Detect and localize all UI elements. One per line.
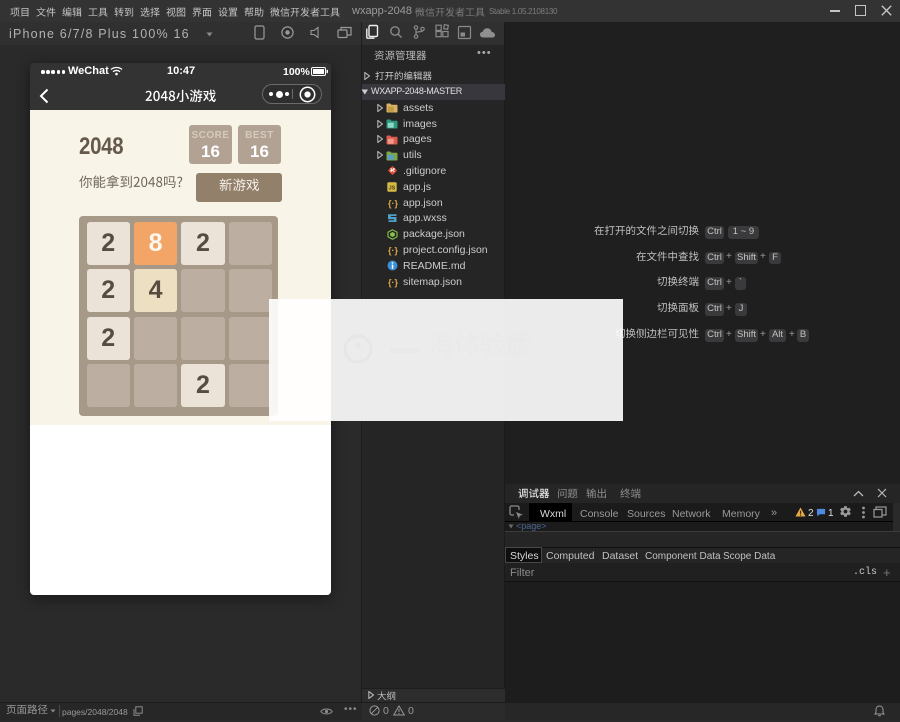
svg-text:{·}: {·} xyxy=(388,277,398,287)
svg-text:{·}: {·} xyxy=(388,198,398,208)
svg-text:{·}: {·} xyxy=(388,245,398,255)
svg-text:JS: JS xyxy=(389,185,396,191)
